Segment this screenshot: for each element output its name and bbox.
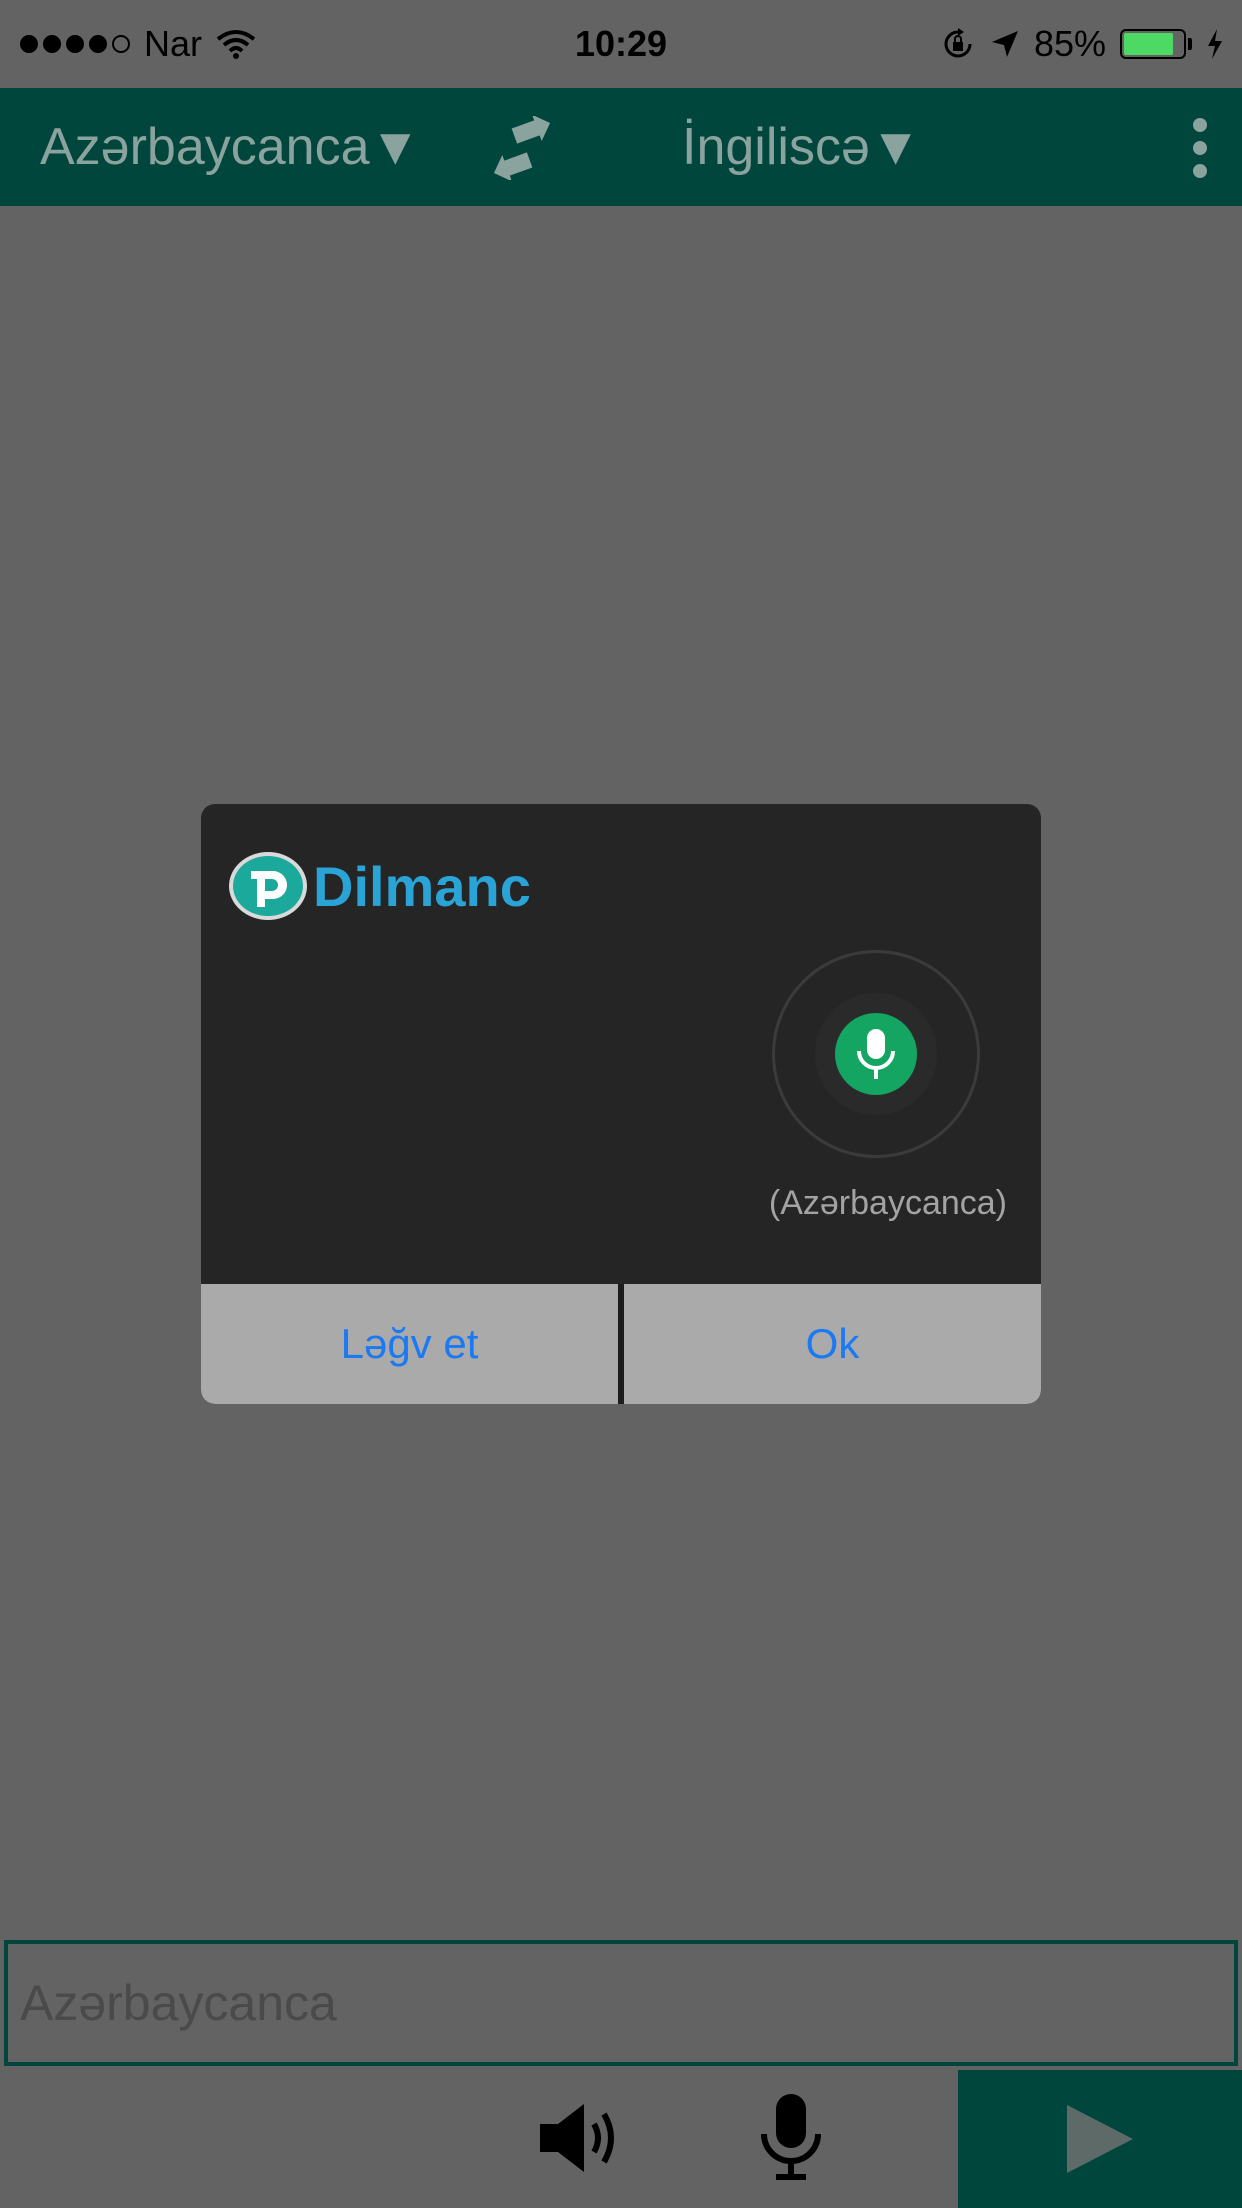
- language-toolbar: Azərbaycanca▼ İngiliscə▼: [0, 88, 1242, 206]
- swap-languages-button[interactable]: [490, 114, 554, 182]
- bottom-action-bar: [0, 2070, 1242, 2208]
- battery-percent: 85%: [1033, 23, 1106, 64]
- carrier-name: Nar: [144, 23, 203, 64]
- wifi-icon: [216, 30, 256, 59]
- status-bar: Nar 10:29 85%: [0, 0, 1242, 88]
- text-input-container: [4, 1940, 1238, 2066]
- listening-ring[interactable]: [772, 950, 980, 1158]
- dialog-buttons: Ləğv et Ok: [201, 1284, 1041, 1404]
- send-button[interactable]: [958, 2070, 1242, 2208]
- battery-icon: [1120, 29, 1192, 59]
- source-text-input[interactable]: [20, 1974, 1234, 2032]
- microphone-icon: [835, 1013, 917, 1095]
- logo-text: Dilmanc: [313, 854, 531, 918]
- cancel-button[interactable]: Ləğv et: [201, 1284, 618, 1404]
- swap-arrows-icon: [493, 114, 551, 182]
- dialog-language-label: (Azərbaycanca): [768, 1184, 1007, 1222]
- ok-button[interactable]: Ok: [624, 1284, 1041, 1404]
- charging-bolt-icon: [1208, 29, 1222, 59]
- dilmanc-logo-icon: [229, 852, 307, 920]
- speech-dialog: Dilmanc (Azərbaycanca) Ləğv et Ok: [201, 804, 1041, 1404]
- dilmanc-logo: Dilmanc: [229, 852, 531, 920]
- location-arrow-icon: [991, 31, 1018, 57]
- microphone-icon: [761, 2094, 821, 2180]
- microphone-button[interactable]: [756, 2092, 826, 2184]
- speaker-button[interactable]: [538, 2100, 628, 2176]
- signal-dots-icon: [20, 35, 130, 53]
- more-vertical-icon[interactable]: [1188, 118, 1212, 178]
- send-play-icon: [1067, 2105, 1133, 2173]
- status-right: 85%: [940, 23, 1224, 65]
- speaker-icon: [540, 2104, 614, 2172]
- target-language-selector[interactable]: İngiliscə▼: [682, 88, 921, 206]
- status-left: Nar: [20, 23, 256, 65]
- source-language-selector[interactable]: Azərbaycanca▼: [40, 88, 421, 206]
- rotation-lock-icon: [944, 28, 972, 58]
